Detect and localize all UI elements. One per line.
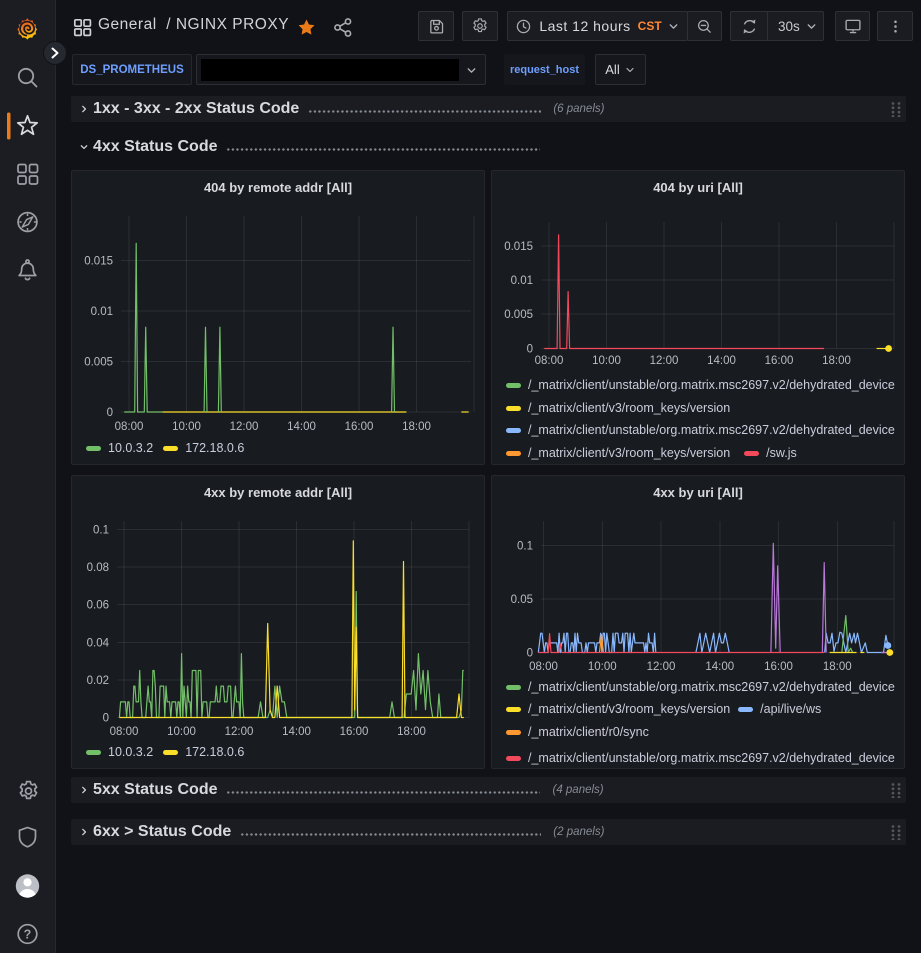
svg-text:14:00: 14:00 xyxy=(282,726,311,738)
svg-text:10:00: 10:00 xyxy=(167,726,196,738)
svg-text:18:00: 18:00 xyxy=(823,661,852,673)
svg-text:18:00: 18:00 xyxy=(822,355,851,367)
svg-text:0: 0 xyxy=(527,344,533,356)
svg-text:10:00: 10:00 xyxy=(588,661,617,673)
svg-text:0.01: 0.01 xyxy=(91,306,113,318)
svg-text:16:00: 16:00 xyxy=(765,355,794,367)
svg-text:08:00: 08:00 xyxy=(115,421,144,433)
svg-text:10:00: 10:00 xyxy=(172,421,201,433)
svg-text:0.005: 0.005 xyxy=(504,309,533,321)
svg-text:0.01: 0.01 xyxy=(511,275,533,287)
svg-text:0.015: 0.015 xyxy=(504,241,533,253)
svg-text:0: 0 xyxy=(527,648,533,660)
svg-text:18:00: 18:00 xyxy=(397,726,426,738)
svg-text:12:00: 12:00 xyxy=(647,661,676,673)
svg-text:16:00: 16:00 xyxy=(764,661,793,673)
svg-text:0.04: 0.04 xyxy=(87,637,110,649)
svg-text:0: 0 xyxy=(103,713,109,725)
svg-text:08:00: 08:00 xyxy=(529,661,558,673)
svg-text:0.05: 0.05 xyxy=(511,594,533,606)
svg-text:0.015: 0.015 xyxy=(84,256,113,268)
svg-text:14:00: 14:00 xyxy=(287,421,316,433)
svg-text:12:00: 12:00 xyxy=(225,726,254,738)
svg-text:0.06: 0.06 xyxy=(87,600,109,612)
svg-text:14:00: 14:00 xyxy=(705,661,734,673)
svg-text:12:00: 12:00 xyxy=(230,421,259,433)
svg-text:0.1: 0.1 xyxy=(93,525,109,537)
svg-text:12:00: 12:00 xyxy=(650,355,679,367)
svg-text:16:00: 16:00 xyxy=(340,726,369,738)
svg-text:14:00: 14:00 xyxy=(707,355,736,367)
svg-text:0.005: 0.005 xyxy=(84,357,113,369)
svg-text:08:00: 08:00 xyxy=(110,726,139,738)
svg-text:0.02: 0.02 xyxy=(87,675,109,687)
svg-text:0.08: 0.08 xyxy=(87,562,109,574)
svg-text:08:00: 08:00 xyxy=(535,355,564,367)
svg-text:0.1: 0.1 xyxy=(517,541,533,553)
svg-text:16:00: 16:00 xyxy=(345,421,374,433)
svg-text:10:00: 10:00 xyxy=(592,355,621,367)
svg-text:0: 0 xyxy=(107,407,113,419)
svg-text:18:00: 18:00 xyxy=(402,421,431,433)
